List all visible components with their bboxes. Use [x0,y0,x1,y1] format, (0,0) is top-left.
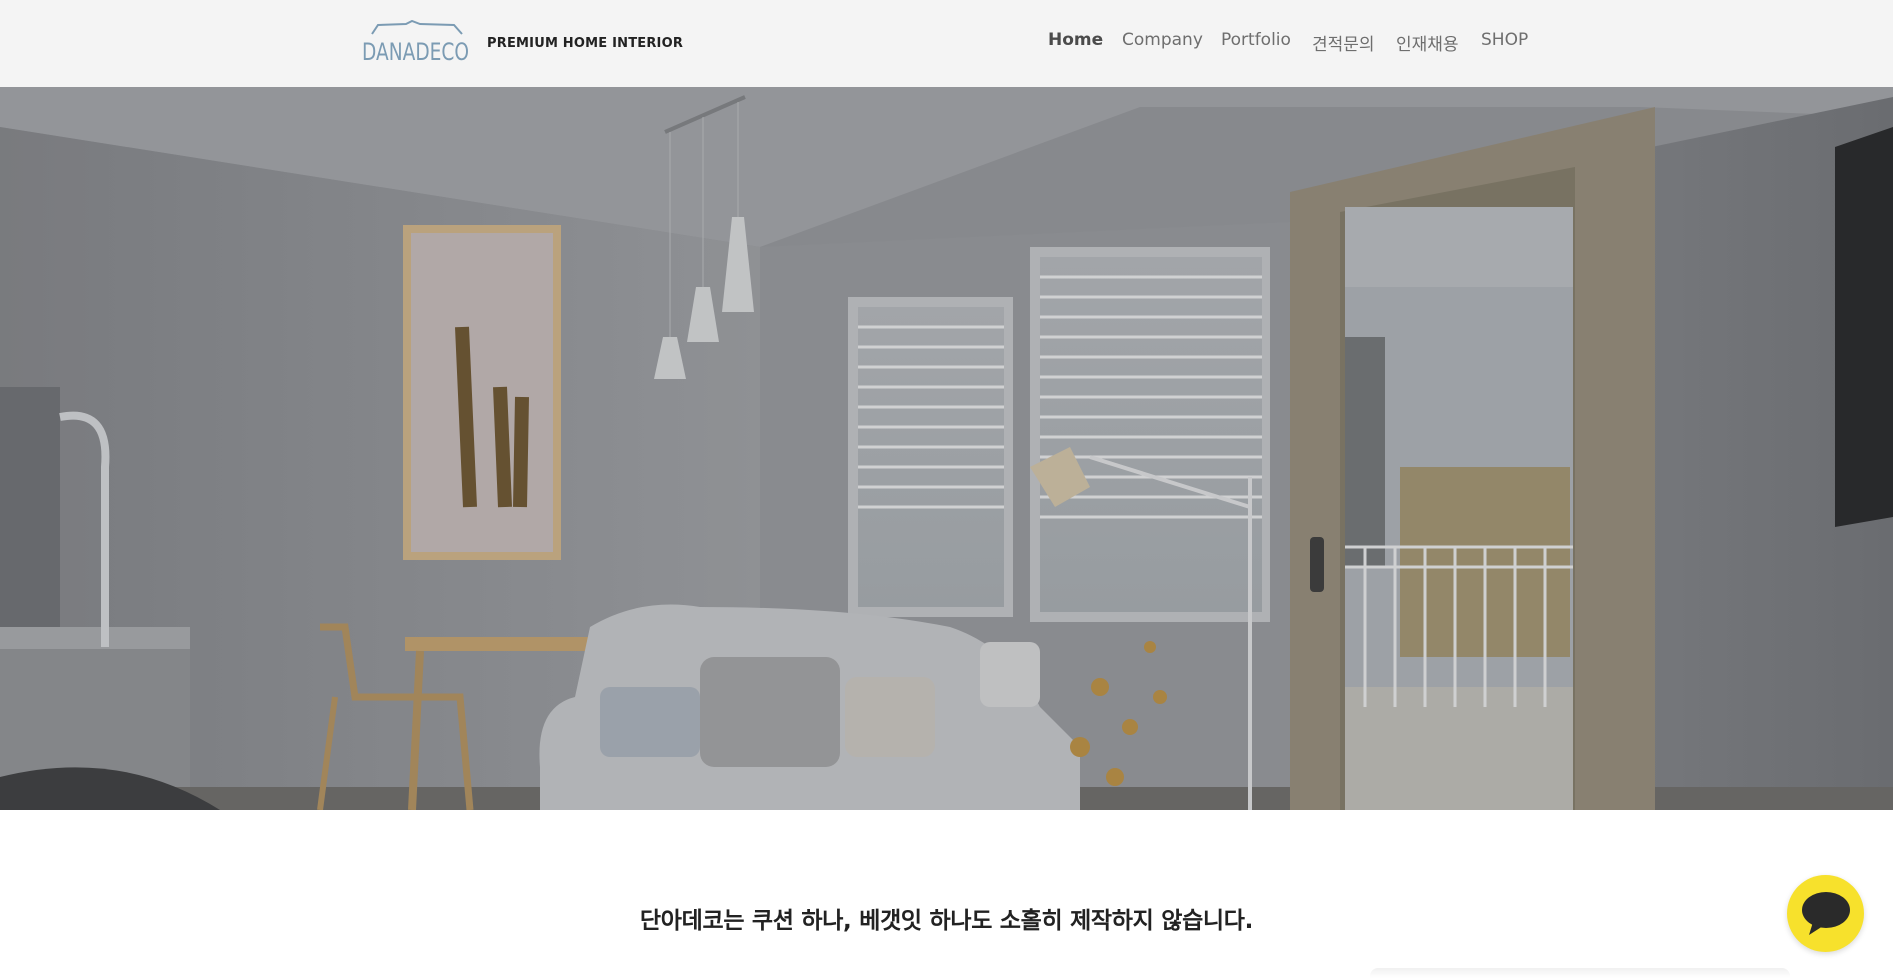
nav-item-quote[interactable]: 견적문의 [1312,30,1375,55]
nav-item-shop[interactable]: SHOP [1481,30,1528,50]
nav-item-careers[interactable]: 인재채용 [1396,30,1459,55]
floating-panel-shadow [1370,968,1790,978]
nav-item-company[interactable]: Company [1122,30,1203,50]
chat-button[interactable] [1787,875,1864,952]
intro-headline: 단아데코는 쿠션 하나, 베갯잇 하나도 소홀히 제작하지 않습니다. [639,908,1254,934]
main-nav: Home Company Portfolio 견적문의 인재채용 SHOP [0,30,1893,56]
hero-image [0,87,1893,810]
site-header: DANADECO PREMIUM HOME INTERIOR Home Comp… [0,0,1893,87]
chat-bubble-icon [1802,892,1850,935]
nav-item-home[interactable]: Home [1048,30,1103,50]
nav-item-portfolio[interactable]: Portfolio [1221,30,1291,50]
